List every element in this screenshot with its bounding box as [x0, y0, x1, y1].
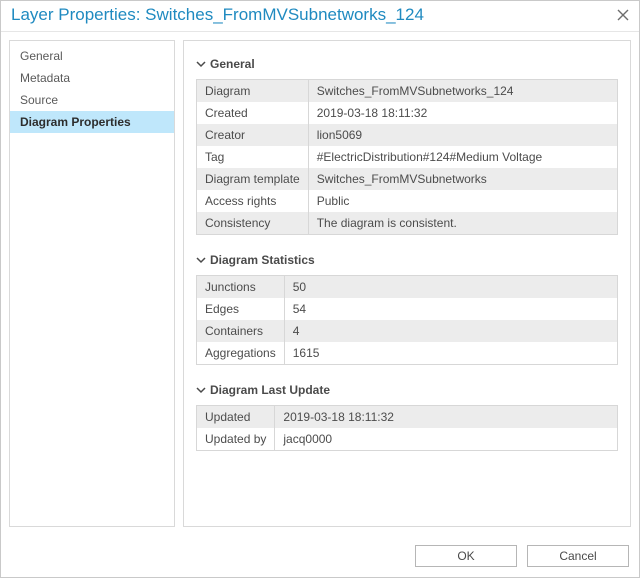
section-title: Diagram Statistics [210, 253, 315, 267]
nav-item-general[interactable]: General [10, 45, 174, 67]
ok-button[interactable]: OK [415, 545, 517, 567]
dialog-footer: OK Cancel [1, 535, 639, 577]
nav-item-source[interactable]: Source [10, 89, 174, 111]
section-last-update: Diagram Last Update Updated2019-03-18 18… [196, 383, 618, 451]
table-row: ConsistencyThe diagram is consistent. [197, 212, 618, 235]
category-list: General Metadata Source Diagram Properti… [9, 40, 175, 527]
cancel-button[interactable]: Cancel [527, 545, 629, 567]
dialog-title: Layer Properties: Switches_FromMVSubnetw… [11, 5, 424, 25]
nav-item-diagram-properties[interactable]: Diagram Properties [10, 111, 174, 133]
table-row: Creatorlion5069 [197, 124, 618, 146]
section-header-last-update[interactable]: Diagram Last Update [196, 383, 618, 397]
table-row: Containers4 [197, 320, 618, 342]
section-statistics: Diagram Statistics Junctions50 Edges54 C… [196, 253, 618, 365]
table-row: DiagramSwitches_FromMVSubnetworks_124 [197, 80, 618, 103]
table-row: Updated byjacq0000 [197, 428, 618, 451]
nav-item-metadata[interactable]: Metadata [10, 67, 174, 89]
table-statistics: Junctions50 Edges54 Containers4 Aggregat… [196, 275, 618, 365]
table-row: Aggregations1615 [197, 342, 618, 365]
section-title: General [210, 57, 255, 71]
table-last-update: Updated2019-03-18 18:11:32 Updated byjac… [196, 405, 618, 451]
table-row: Created2019-03-18 18:11:32 [197, 102, 618, 124]
section-header-general[interactable]: General [196, 57, 618, 71]
table-row: Access rightsPublic [197, 190, 618, 212]
properties-panel: General DiagramSwitches_FromMVSubnetwork… [183, 40, 631, 527]
section-title: Diagram Last Update [210, 383, 330, 397]
close-icon[interactable] [617, 9, 629, 21]
table-row: Edges54 [197, 298, 618, 320]
chevron-down-icon [196, 385, 206, 395]
section-header-statistics[interactable]: Diagram Statistics [196, 253, 618, 267]
table-row: Junctions50 [197, 276, 618, 299]
table-row: Updated2019-03-18 18:11:32 [197, 406, 618, 429]
table-row: Diagram templateSwitches_FromMVSubnetwor… [197, 168, 618, 190]
table-general: DiagramSwitches_FromMVSubnetworks_124 Cr… [196, 79, 618, 235]
titlebar: Layer Properties: Switches_FromMVSubnetw… [1, 1, 639, 32]
table-row: Tag#ElectricDistribution#124#Medium Volt… [197, 146, 618, 168]
section-general: General DiagramSwitches_FromMVSubnetwork… [196, 57, 618, 235]
chevron-down-icon [196, 59, 206, 69]
layer-properties-dialog: Layer Properties: Switches_FromMVSubnetw… [0, 0, 640, 578]
chevron-down-icon [196, 255, 206, 265]
